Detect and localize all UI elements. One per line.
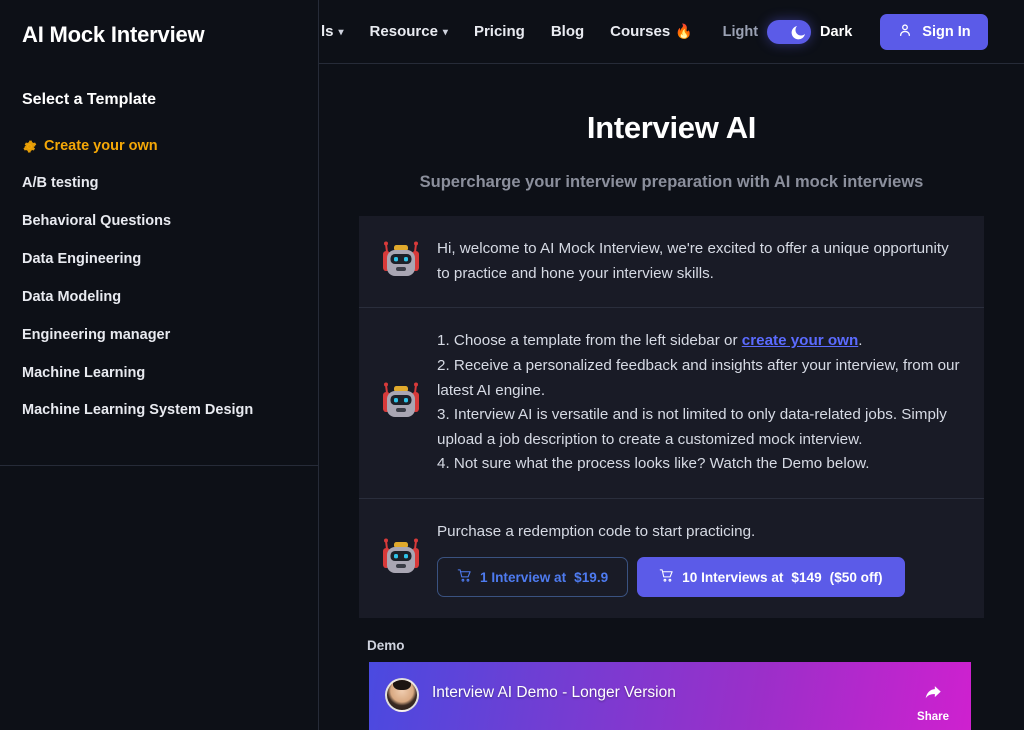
chat-panel: Hi, welcome to AI Mock Interview, we're … bbox=[359, 216, 984, 619]
buy-single-interview-button[interactable]: 1 Interview at $19.9 bbox=[437, 557, 629, 598]
chat-text: 1. Choose a template from the left sideb… bbox=[437, 329, 960, 477]
nav-item-label: Pricing bbox=[473, 23, 525, 40]
demo-label: Demo bbox=[367, 638, 405, 654]
robot-icon bbox=[379, 381, 423, 425]
main-panel: Interview AI Supercharge your interview … bbox=[319, 64, 1024, 730]
cart-icon bbox=[457, 568, 472, 586]
sign-in-button[interactable]: Sign In bbox=[880, 13, 988, 50]
gear-icon bbox=[22, 139, 37, 154]
template-list: Create your own A/B testing Behavioral Q… bbox=[0, 109, 318, 430]
topbar: ls ▾ Resource ▾ Pricing Blog Courses 🔥 L… bbox=[319, 0, 1024, 64]
demo-section: Demo Interview AI Demo - Longer Version … bbox=[359, 638, 984, 730]
buy-ten-price: $149 bbox=[791, 569, 822, 585]
avatar bbox=[385, 678, 419, 713]
sidebar-item-label: A/B testing bbox=[22, 175, 99, 192]
sidebar-item-label: Data Modeling bbox=[22, 288, 122, 305]
sidebar-item-label: Data Engineering bbox=[22, 251, 142, 268]
cart-icon bbox=[659, 568, 674, 586]
nav-item-resource[interactable]: Resource ▾ bbox=[370, 23, 448, 40]
sidebar-item-label: Create your own bbox=[44, 137, 158, 154]
video-title: Interview AI Demo - Longer Version bbox=[432, 684, 676, 702]
user-icon bbox=[897, 22, 913, 42]
purchase-buttons: 1 Interview at $19.9 10 Interviews at $1… bbox=[437, 557, 960, 598]
nav-item-label: Blog bbox=[550, 23, 585, 40]
chat-message-instructions: 1. Choose a template from the left sideb… bbox=[359, 307, 984, 498]
sidebar-item-data-modeling[interactable]: Data Modeling bbox=[0, 278, 318, 316]
video-header: Interview AI Demo - Longer Version bbox=[369, 662, 971, 713]
instruction-line-4: 4. Not sure what the process looks like?… bbox=[437, 455, 870, 473]
nav-item-blog[interactable]: Blog bbox=[551, 23, 584, 40]
brand-title: AI Mock Interview bbox=[22, 22, 205, 47]
page-title: Interview AI bbox=[586, 110, 757, 145]
sidebar-item-create-your-own[interactable]: Create your own bbox=[0, 127, 318, 165]
demo-video-player[interactable]: Interview AI Demo - Longer Version Share… bbox=[369, 662, 971, 730]
sidebar-item-behavioral-questions[interactable]: Behavioral Questions bbox=[0, 203, 318, 241]
chat-message-welcome: Hi, welcome to AI Mock Interview, we're … bbox=[359, 216, 984, 308]
purchase-prompt: Purchase a redemption code to start prac… bbox=[437, 523, 756, 540]
theme-light-label: Light bbox=[722, 23, 759, 40]
chevron-down-icon: ▾ bbox=[442, 27, 448, 38]
nav-item-label: Courses bbox=[610, 23, 671, 40]
chat-text: Hi, welcome to AI Mock Interview, we're … bbox=[437, 237, 960, 286]
share-label: Share bbox=[917, 711, 949, 724]
nav-links: ls ▾ Resource ▾ Pricing Blog Courses 🔥 bbox=[321, 23, 693, 40]
buy-ten-interviews-button[interactable]: 10 Interviews at $149 ($50 off) bbox=[637, 557, 905, 598]
robot-icon bbox=[379, 240, 423, 284]
flame-icon: 🔥 bbox=[675, 23, 693, 39]
create-your-own-link[interactable]: create your own bbox=[742, 332, 858, 349]
instruction-line-1-text: 1. Choose a template from the left sideb… bbox=[437, 332, 742, 350]
nav-item-courses[interactable]: Courses 🔥 bbox=[610, 23, 692, 40]
moon-icon bbox=[790, 23, 808, 41]
sidebar-item-label: Engineering manager bbox=[22, 326, 171, 343]
nav-item-label: Resource bbox=[369, 23, 438, 40]
chat-line: Hi, welcome to AI Mock Interview, we're … bbox=[437, 240, 949, 282]
share-button[interactable]: Share bbox=[917, 682, 949, 723]
theme-switcher[interactable]: Light Dark bbox=[722, 19, 853, 44]
sidebar-divider bbox=[0, 465, 318, 466]
buy-single-prefix: 1 Interview at bbox=[480, 569, 567, 585]
nav-item-pricing[interactable]: Pricing bbox=[474, 23, 525, 40]
sidebar-item-ab-testing[interactable]: A/B testing bbox=[0, 165, 318, 203]
select-template-heading: Select a Template bbox=[22, 91, 156, 108]
sign-in-label: Sign In bbox=[922, 23, 971, 40]
sidebar-item-label: Machine Learning System Design bbox=[22, 402, 254, 419]
page-subtitle: Supercharge your interview preparation w… bbox=[419, 173, 924, 191]
instruction-line-3: 3. Interview AI is versatile and is not … bbox=[437, 406, 947, 448]
instruction-line-2: 2. Receive a personalized feedback and i… bbox=[437, 356, 960, 399]
instruction-line-1-tail: . bbox=[858, 332, 863, 350]
sidebar-item-engineering-manager[interactable]: Engineering manager bbox=[0, 316, 318, 354]
app-root: AI Mock Interview Select a Template Crea… bbox=[0, 0, 1024, 730]
sidebar: AI Mock Interview Select a Template Crea… bbox=[0, 0, 319, 730]
robot-icon bbox=[379, 537, 423, 581]
sidebar-item-ml-system-design[interactable]: Machine Learning System Design bbox=[0, 392, 318, 430]
instruction-line-1: 1. Choose a template from the left sideb… bbox=[437, 329, 960, 354]
theme-dark-label: Dark bbox=[820, 23, 853, 40]
sidebar-item-data-engineering[interactable]: Data Engineering bbox=[0, 241, 318, 279]
sidebar-item-machine-learning[interactable]: Machine Learning bbox=[0, 354, 318, 392]
theme-toggle[interactable] bbox=[767, 19, 812, 44]
sidebar-item-label: Machine Learning bbox=[22, 364, 146, 381]
buy-ten-suffix: ($50 off) bbox=[829, 569, 883, 585]
buy-single-price: $19.9 bbox=[574, 569, 609, 585]
share-arrow-icon bbox=[922, 686, 944, 708]
buy-ten-prefix: 10 Interviews at bbox=[682, 569, 784, 585]
nav-item-label: ls bbox=[321, 23, 334, 40]
chat-message-purchase: Purchase a redemption code to start prac… bbox=[359, 498, 984, 619]
content-area: ls ▾ Resource ▾ Pricing Blog Courses 🔥 L… bbox=[319, 0, 1024, 730]
chevron-down-icon: ▾ bbox=[338, 27, 344, 38]
purchase-block: Purchase a redemption code to start prac… bbox=[437, 520, 960, 598]
sidebar-item-label: Behavioral Questions bbox=[22, 213, 172, 230]
nav-item-tools[interactable]: ls ▾ bbox=[321, 23, 344, 40]
